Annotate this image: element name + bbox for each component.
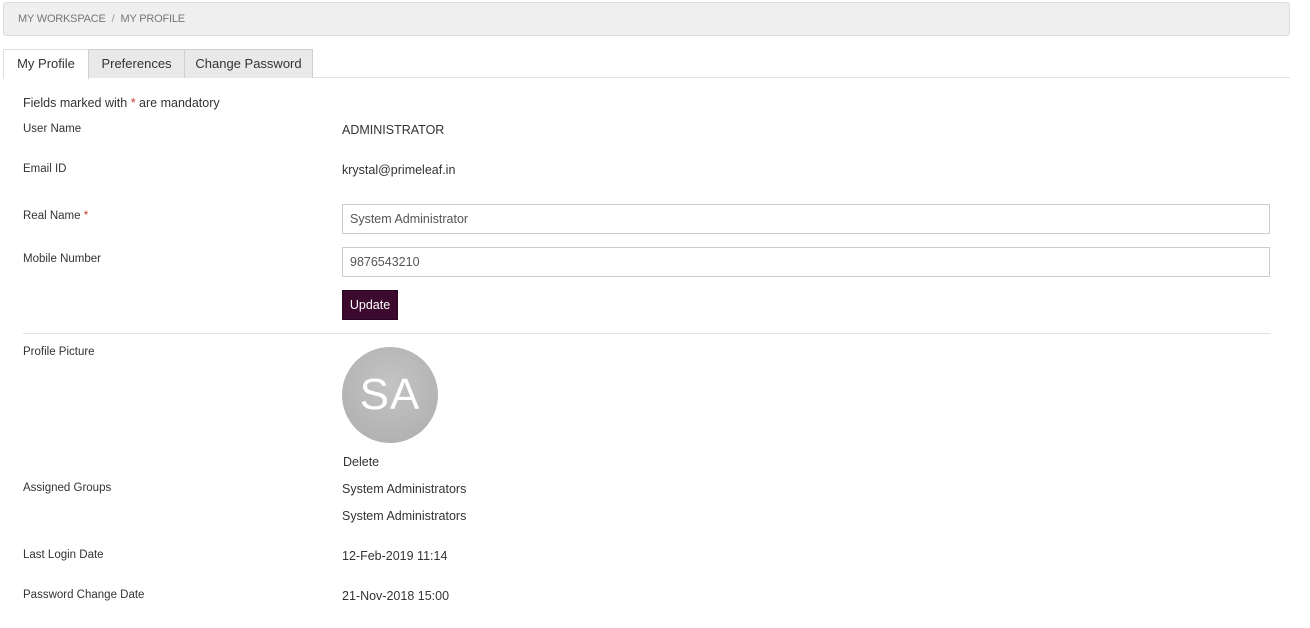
mobile-number-input[interactable]: [342, 247, 1270, 277]
real-name-input[interactable]: [342, 204, 1270, 234]
mandatory-note-pre: Fields marked with: [23, 96, 131, 110]
email-label: Email ID: [23, 163, 67, 175]
delete-picture-link[interactable]: Delete: [343, 455, 379, 469]
section-divider: [23, 333, 1271, 334]
real-name-label-text: Real Name: [23, 210, 81, 222]
email-value: krystal@primeleaf.in: [342, 163, 456, 177]
password-change-label: Password Change Date: [23, 589, 145, 601]
mandatory-note: Fields marked with * are mandatory: [23, 96, 220, 110]
tab-preferences[interactable]: Preferences: [88, 49, 185, 78]
profile-tabs: My Profile Preferences Change Password: [3, 49, 1290, 79]
assigned-group-item: System Administrators: [342, 482, 467, 496]
assigned-groups-label: Assigned Groups: [23, 482, 112, 494]
required-marker: *: [83, 210, 89, 222]
user-name-value: ADMINISTRATOR: [342, 123, 445, 137]
user-name-label: User Name: [23, 123, 82, 135]
mobile-number-label: Mobile Number: [23, 253, 101, 265]
tab-my-profile[interactable]: My Profile: [3, 49, 89, 79]
avatar: SA: [342, 347, 438, 443]
profile-picture-label: Profile Picture: [23, 346, 95, 358]
password-change-value: 21-Nov-2018 15:00: [342, 589, 450, 603]
breadcrumb: MY WORKSPACE / MY PROFILE: [3, 2, 1290, 36]
update-button[interactable]: Update: [342, 290, 398, 320]
assigned-group-item: System Administrators: [342, 509, 467, 523]
breadcrumb-my-workspace[interactable]: MY WORKSPACE: [18, 13, 106, 25]
breadcrumb-separator: /: [111, 13, 115, 25]
last-login-value: 12-Feb-2019 11:14: [342, 549, 448, 563]
breadcrumb-my-profile: MY PROFILE: [120, 13, 186, 25]
real-name-label: Real Name *: [23, 210, 88, 222]
mandatory-note-post: are mandatory: [135, 96, 220, 110]
last-login-label: Last Login Date: [23, 549, 104, 561]
tab-change-password[interactable]: Change Password: [184, 49, 313, 78]
